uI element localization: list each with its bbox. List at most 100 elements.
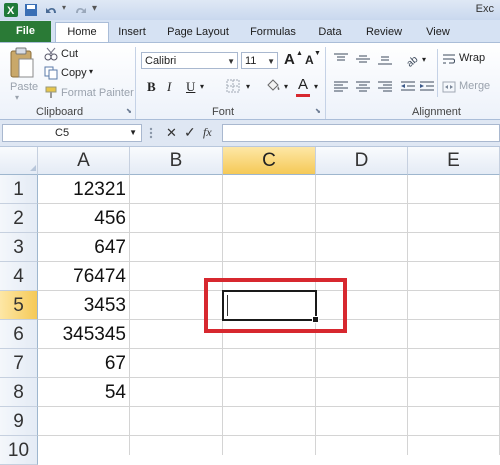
customize-toolbar-icon[interactable]: ▾ bbox=[92, 3, 97, 17]
gridline bbox=[129, 175, 130, 455]
paste-label[interactable]: Paste bbox=[10, 81, 38, 93]
clipboard-launcher-icon[interactable]: ⬊ bbox=[126, 107, 132, 115]
tab-insert[interactable]: Insert bbox=[110, 23, 154, 42]
shrink-font-button[interactable]: A bbox=[305, 53, 314, 67]
select-all-corner[interactable] bbox=[0, 147, 38, 175]
cell-a7[interactable]: 67 bbox=[38, 349, 128, 378]
name-box[interactable]: C5 ▼ bbox=[2, 124, 142, 142]
excel-logo-icon: X bbox=[4, 3, 18, 17]
undo-icon[interactable] bbox=[44, 3, 60, 17]
orientation-icon[interactable]: ab bbox=[403, 50, 421, 68]
orientation-dropdown-icon[interactable]: ▾ bbox=[422, 55, 426, 64]
shrink-arrow-icon: ▼ bbox=[314, 50, 321, 57]
cut-icon[interactable] bbox=[44, 47, 58, 61]
bottom-align-icon[interactable] bbox=[377, 52, 393, 66]
underline-dropdown-icon[interactable]: ▾ bbox=[200, 82, 204, 91]
row-header-1[interactable]: 1 bbox=[0, 175, 38, 204]
row-header-8[interactable]: 8 bbox=[0, 378, 38, 407]
tab-review[interactable]: Review bbox=[358, 23, 410, 42]
decrease-indent-icon[interactable] bbox=[400, 80, 416, 94]
tab-formulas[interactable]: Formulas bbox=[243, 23, 303, 42]
copy-label[interactable]: Copy bbox=[61, 67, 87, 79]
row-header-3[interactable]: 3 bbox=[0, 233, 38, 262]
row-header-2[interactable]: 2 bbox=[0, 204, 38, 233]
align-left-icon[interactable] bbox=[333, 80, 349, 94]
column-header-c[interactable]: C bbox=[223, 147, 316, 175]
cell-a1[interactable]: 12321 bbox=[38, 175, 128, 204]
grow-arrow-icon: ▲ bbox=[296, 50, 303, 57]
worksheet-grid: A B C D E 1 12321 2 456 3 647 4 76474 5 … bbox=[0, 147, 500, 465]
wrap-text-label[interactable]: Wrap bbox=[459, 52, 485, 64]
chevron-down-icon: ▼ bbox=[227, 57, 235, 66]
column-header-b[interactable]: B bbox=[130, 147, 223, 175]
tab-home[interactable]: Home bbox=[55, 22, 109, 42]
cut-label[interactable]: Cut bbox=[61, 48, 78, 60]
chevron-down-icon: ▼ bbox=[129, 128, 137, 137]
formula-bar: C5 ▼ ✕ ✓ fx bbox=[0, 120, 500, 147]
formula-input[interactable] bbox=[222, 124, 500, 142]
wrap-text-icon[interactable] bbox=[442, 52, 456, 66]
fill-color-dropdown-icon[interactable]: ▾ bbox=[284, 82, 288, 91]
tab-view[interactable]: View bbox=[418, 23, 458, 42]
cell-a8[interactable]: 54 bbox=[38, 378, 128, 407]
formula-bar-grip-icon[interactable] bbox=[146, 126, 156, 140]
align-center-icon[interactable] bbox=[355, 80, 371, 94]
group-separator bbox=[325, 47, 326, 119]
chevron-down-icon: ▼ bbox=[267, 57, 275, 66]
cancel-icon[interactable]: ✕ bbox=[166, 125, 177, 141]
font-size-value: 11 bbox=[245, 55, 257, 67]
merge-center-icon[interactable] bbox=[442, 80, 456, 94]
cell-a3[interactable]: 647 bbox=[38, 233, 128, 262]
format-painter-icon[interactable] bbox=[44, 85, 58, 99]
undo-dropdown-icon[interactable]: ▾ bbox=[62, 3, 66, 17]
grow-font-button[interactable]: A bbox=[284, 51, 295, 68]
paste-icon[interactable] bbox=[8, 47, 36, 79]
column-header-d[interactable]: D bbox=[316, 147, 408, 175]
cell-a2[interactable]: 456 bbox=[38, 204, 128, 233]
tab-file[interactable]: File bbox=[0, 21, 51, 42]
borders-icon[interactable] bbox=[226, 79, 242, 93]
insert-function-button[interactable]: fx bbox=[203, 125, 212, 140]
fill-color-icon[interactable] bbox=[264, 77, 282, 95]
copy-icon[interactable] bbox=[44, 66, 58, 80]
select-all-triangle-icon bbox=[30, 165, 36, 171]
save-icon[interactable] bbox=[24, 3, 38, 17]
copy-dropdown-icon[interactable]: ▾ bbox=[89, 67, 93, 76]
cell-a4[interactable]: 76474 bbox=[38, 262, 128, 291]
enter-icon[interactable]: ✓ bbox=[184, 124, 196, 141]
font-color-button[interactable]: A bbox=[298, 76, 308, 93]
row-header-9[interactable]: 9 bbox=[0, 407, 38, 436]
window-title: Exc bbox=[475, 3, 494, 15]
tab-page-layout[interactable]: Page Layout bbox=[160, 23, 236, 42]
increase-indent-icon[interactable] bbox=[419, 80, 435, 94]
row-header-7[interactable]: 7 bbox=[0, 349, 38, 378]
row-header-5[interactable]: 5 bbox=[0, 291, 38, 320]
font-name-combo[interactable]: Calibri ▼ bbox=[141, 52, 238, 69]
font-color-dropdown-icon[interactable]: ▾ bbox=[314, 82, 318, 91]
row-header-4[interactable]: 4 bbox=[0, 262, 38, 291]
tab-data[interactable]: Data bbox=[311, 23, 349, 42]
cell-a9[interactable] bbox=[38, 407, 128, 436]
column-header-e[interactable]: E bbox=[408, 147, 500, 175]
cell-a5[interactable]: 3453 bbox=[38, 291, 128, 320]
column-header-a[interactable]: A bbox=[38, 147, 130, 175]
top-align-icon[interactable] bbox=[333, 52, 349, 66]
ribbon: Paste ▾ Cut Copy ▾ Format Painter Clipbo… bbox=[0, 43, 500, 120]
middle-align-icon[interactable] bbox=[355, 52, 371, 66]
align-right-icon[interactable] bbox=[377, 80, 393, 94]
row-header-6[interactable]: 6 bbox=[0, 320, 38, 349]
cell-a6[interactable]: 345345 bbox=[38, 320, 128, 349]
ribbon-tabs: File Home Insert Page Layout Formulas Da… bbox=[0, 20, 500, 43]
row-header-10[interactable]: 10 bbox=[0, 436, 38, 465]
italic-button[interactable]: I bbox=[167, 79, 171, 95]
paste-dropdown-icon[interactable]: ▾ bbox=[15, 93, 19, 102]
font-size-combo[interactable]: 11 ▼ bbox=[241, 52, 278, 69]
bold-button[interactable]: B bbox=[147, 79, 156, 95]
underline-button[interactable]: U bbox=[186, 79, 195, 95]
format-painter-label[interactable]: Format Painter bbox=[61, 87, 134, 99]
cell-a10[interactable] bbox=[38, 436, 128, 465]
merge-center-label[interactable]: Merge bbox=[459, 80, 490, 92]
redo-icon[interactable] bbox=[72, 3, 88, 17]
borders-dropdown-icon[interactable]: ▾ bbox=[246, 82, 250, 91]
font-launcher-icon[interactable]: ⬊ bbox=[315, 107, 321, 115]
